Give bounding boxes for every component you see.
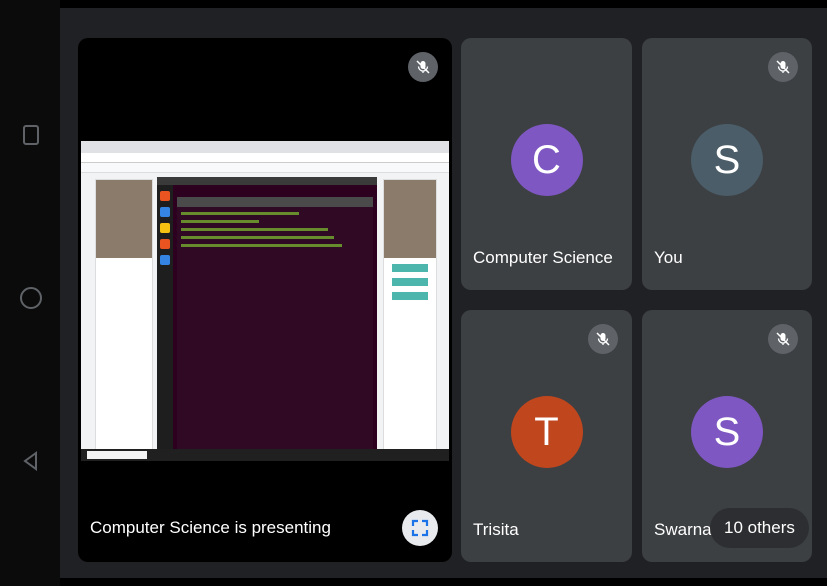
participant-tile[interactable]: T Trisita bbox=[461, 310, 632, 562]
android-nav-bar bbox=[0, 0, 60, 586]
terminal-window bbox=[177, 197, 373, 461]
fullscreen-button[interactable] bbox=[402, 510, 438, 546]
shared-taskbar bbox=[81, 449, 449, 461]
avatar: S bbox=[691, 396, 763, 468]
mic-off-icon bbox=[768, 52, 798, 82]
avatar: S bbox=[691, 124, 763, 196]
participant-tile[interactable]: C Computer Science bbox=[461, 38, 632, 290]
avatar-initial: S bbox=[713, 137, 741, 182]
avatar-initial: C bbox=[532, 137, 561, 182]
avatar: T bbox=[510, 396, 583, 468]
mic-off-icon bbox=[768, 324, 798, 354]
avatar: C bbox=[510, 124, 583, 196]
meeting-grid: Computer Science is presenting C Compute… bbox=[60, 8, 827, 578]
presentation-tile[interactable]: Computer Science is presenting bbox=[78, 38, 452, 562]
participant-name: Trisita bbox=[473, 520, 519, 539]
mic-off-icon bbox=[588, 324, 618, 354]
browser-bookmarks-bar bbox=[81, 163, 449, 173]
mic-off-icon bbox=[408, 52, 438, 82]
shared-screen bbox=[81, 141, 449, 461]
participant-name: You bbox=[654, 248, 683, 267]
participant-tile[interactable]: S You bbox=[642, 38, 812, 290]
shared-side-panel-right bbox=[383, 179, 437, 461]
back-icon[interactable] bbox=[20, 450, 42, 472]
fullscreen-icon bbox=[411, 519, 429, 537]
shared-side-panel-left bbox=[95, 179, 153, 461]
avatar-initial: T bbox=[534, 409, 559, 454]
presenting-label: Computer Science is presenting bbox=[90, 518, 331, 537]
shared-vm-window bbox=[157, 177, 377, 461]
participant-name: Computer Science bbox=[473, 248, 613, 267]
avatar-initial: S bbox=[713, 409, 741, 454]
home-icon[interactable] bbox=[20, 287, 42, 309]
browser-tab-bar bbox=[81, 141, 449, 153]
others-chip[interactable]: 10 others bbox=[710, 508, 809, 548]
recents-icon[interactable] bbox=[23, 125, 39, 145]
browser-address-bar bbox=[81, 153, 449, 163]
participant-name: Swarnal bbox=[654, 520, 716, 539]
